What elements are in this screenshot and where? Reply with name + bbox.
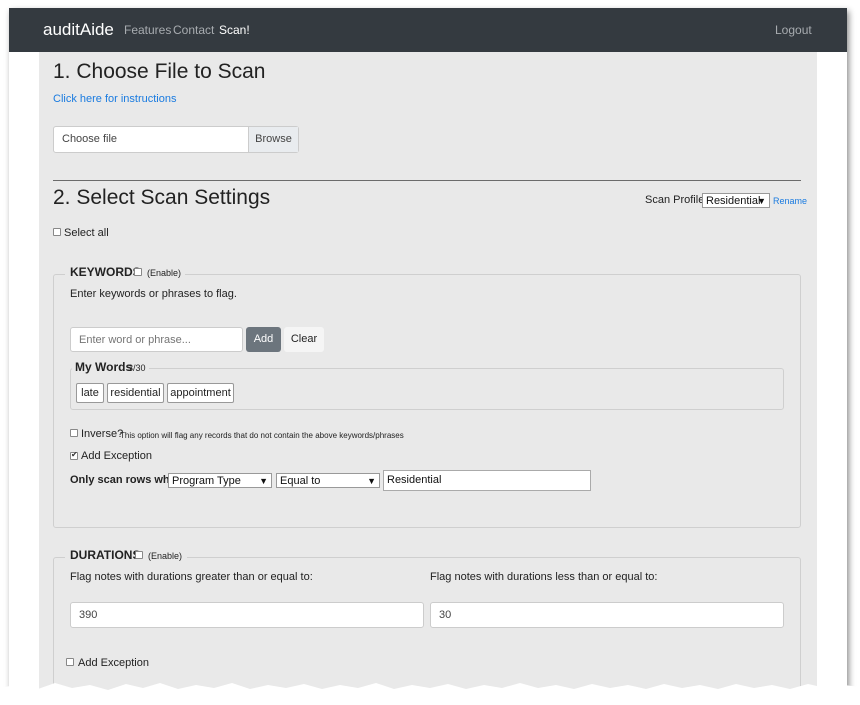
- dropdown-arrow-icon: ▼: [367, 476, 376, 486]
- nav-contact[interactable]: Contact: [173, 23, 214, 37]
- duration-min-input[interactable]: 390: [70, 602, 424, 628]
- file-input[interactable]: Choose file Browse: [53, 126, 299, 153]
- torn-edge: [0, 683, 860, 705]
- field-select-value: Program Type: [172, 475, 241, 487]
- inverse-label: Inverse?: [81, 428, 124, 440]
- inverse-note: This option will flag any records that d…: [120, 431, 404, 440]
- file-input-placeholder: Choose file: [62, 133, 118, 145]
- brand-logo[interactable]: auditAide: [43, 20, 114, 40]
- nav-features[interactable]: Features: [124, 23, 171, 37]
- select-all-label: Select all: [64, 227, 109, 239]
- nav-scan[interactable]: Scan!: [219, 23, 250, 37]
- durations-enable-label: (Enable): [148, 551, 183, 561]
- keyword-tag[interactable]: residential: [107, 383, 164, 403]
- section2-title: 2. Select Scan Settings: [53, 186, 271, 209]
- keyword-input[interactable]: [70, 327, 243, 352]
- scan-profile-value: Residential: [706, 195, 761, 207]
- less-than-label: Flag notes with durations less than or e…: [430, 571, 658, 583]
- clear-keywords-button[interactable]: Clear: [284, 327, 324, 352]
- navbar: auditAide Features Contact Scan! Logout: [9, 8, 847, 52]
- browser-frame: auditAide Features Contact Scan! Logout …: [9, 8, 847, 696]
- add-keyword-button[interactable]: Add: [246, 327, 281, 352]
- keyword-tag[interactable]: appointment: [167, 383, 234, 403]
- select-all-checkbox[interactable]: [53, 228, 61, 236]
- section-divider: [53, 180, 801, 181]
- durations-add-exception-label: Add Exception: [78, 657, 149, 669]
- dropdown-arrow-icon: ▼: [757, 196, 766, 206]
- rename-link[interactable]: Rename: [773, 196, 807, 206]
- scan-profile-label: Scan Profile:: [645, 194, 708, 206]
- add-exception-checkbox[interactable]: [70, 450, 78, 460]
- durations-add-exception-checkbox[interactable]: [66, 658, 74, 666]
- my-words-count: 3/30: [128, 363, 146, 373]
- durations-legend: DURATIONS: [70, 548, 141, 562]
- durations-enable-checkbox[interactable]: [135, 551, 143, 559]
- operator-select[interactable]: Equal to ▼: [276, 473, 380, 488]
- browse-button[interactable]: Browse: [248, 127, 298, 152]
- logout-link[interactable]: Logout: [775, 23, 812, 37]
- dropdown-arrow-icon: ▼: [259, 476, 268, 486]
- add-exception-label: Add Exception: [81, 450, 152, 462]
- section1-title: 1. Choose File to Scan: [53, 60, 266, 83]
- inverse-checkbox[interactable]: [70, 429, 78, 437]
- page-gutter-left: [9, 52, 39, 696]
- field-select[interactable]: Program Type ▼: [168, 473, 272, 488]
- instructions-link[interactable]: Click here for instructions: [53, 93, 177, 105]
- keywords-description: Enter keywords or phrases to flag.: [70, 288, 237, 300]
- operator-select-value: Equal to: [280, 475, 321, 487]
- keywords-legend: KEYWORDS: [70, 265, 141, 279]
- page-gutter-right: [817, 52, 847, 696]
- scan-profile-select[interactable]: Residential ▼: [702, 193, 770, 208]
- my-words-legend: My Words: [75, 360, 133, 374]
- main-content: 1. Choose File to Scan Click here for in…: [39, 52, 817, 696]
- keywords-enable-checkbox[interactable]: [134, 268, 142, 276]
- greater-than-label: Flag notes with durations greater than o…: [70, 571, 313, 583]
- keyword-tag[interactable]: late: [76, 383, 104, 403]
- exception-value-input[interactable]: Residential: [383, 470, 591, 491]
- keywords-enable-label: (Enable): [147, 268, 182, 278]
- duration-max-input[interactable]: 30: [430, 602, 784, 628]
